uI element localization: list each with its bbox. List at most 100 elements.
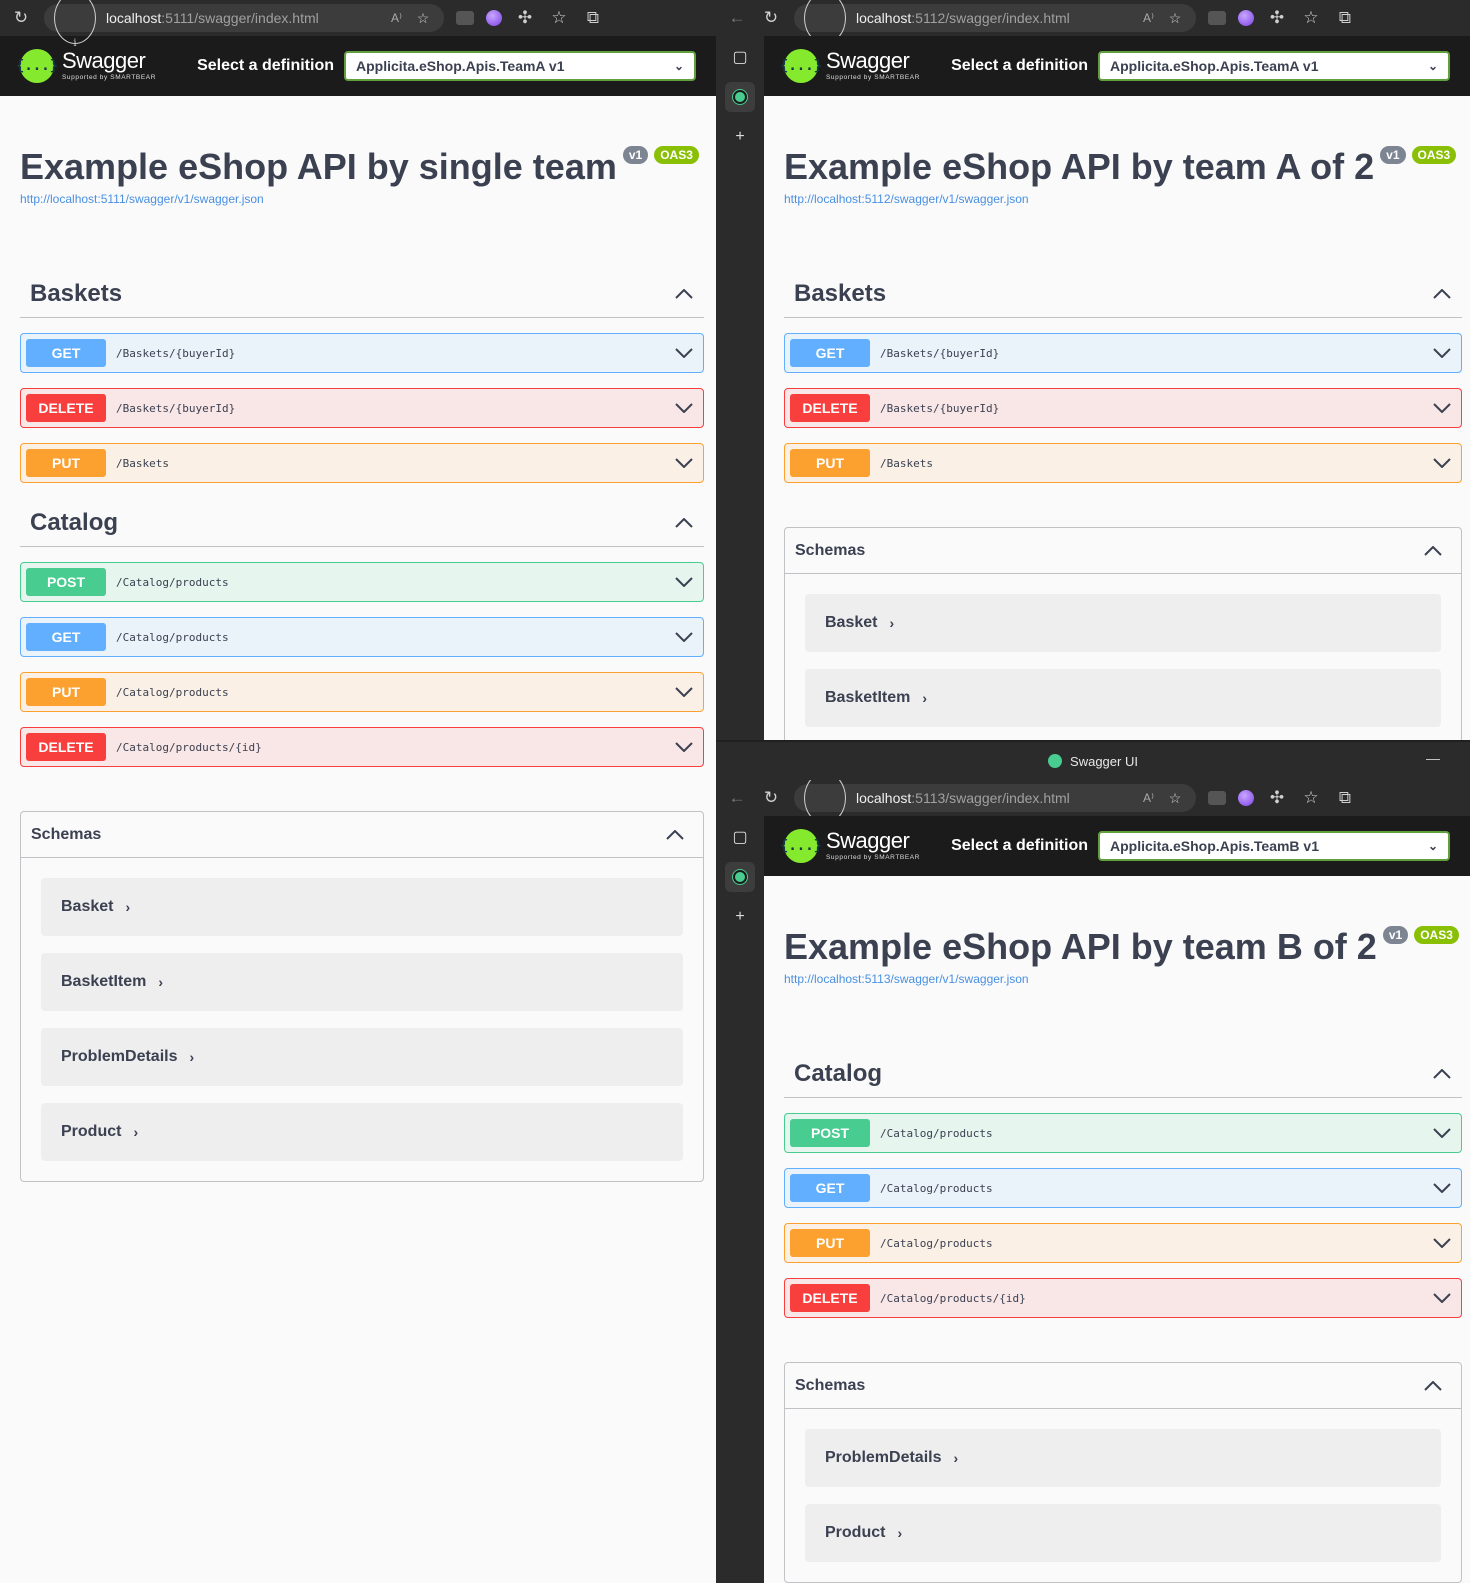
copilot-icon[interactable] [486,10,502,26]
operation-delete-basket[interactable]: DELETE/Baskets/{buyerId} [20,388,704,428]
chevron-down-icon[interactable] [674,453,694,473]
chevron-up-icon[interactable] [1423,541,1443,561]
chevron-right-icon: › [133,1124,139,1140]
chevron-down-icon[interactable] [674,572,694,592]
tag-header[interactable]: Catalog [20,499,704,547]
chevron-down-icon[interactable] [674,398,694,418]
tab-actions-icon[interactable]: ▢ [729,46,751,68]
operation-post-product[interactable]: POST/Catalog/products [20,562,704,602]
tag-header[interactable]: Baskets [20,270,704,318]
chevron-down-icon[interactable] [1432,453,1452,473]
swagger-logo[interactable]: {...} Swagger Supported by SMARTBEAR [780,49,920,83]
tag-header[interactable]: Baskets [784,270,1462,318]
operation-post-product[interactable]: POST/Catalog/products [784,1113,1462,1153]
extension-icon[interactable] [1208,11,1226,25]
definition-select[interactable]: Applicita.eShop.Apis.TeamA v1 ⌄ [344,51,696,81]
operation-delete-product[interactable]: DELETE/Catalog/products/{id} [784,1278,1462,1318]
extensions-puzzle-icon[interactable]: ✣ [514,8,536,28]
spec-link[interactable]: http://localhost:5113/swagger/v1/swagger… [784,972,1450,986]
new-tab-icon[interactable]: + [729,906,751,928]
collections-icon[interactable]: ⧉ [1334,8,1356,28]
swagger-favicon-icon [733,870,747,884]
chevron-up-icon[interactable] [1423,1376,1443,1396]
minimize-icon[interactable]: — [1426,750,1440,766]
swagger-logo[interactable]: {...} Swagger Supported by SMARTBEAR [780,828,920,863]
schemas-header[interactable]: Schemas [785,1363,1461,1409]
read-aloud-icon[interactable]: A⁾ [391,11,402,25]
chevron-up-icon[interactable] [674,284,694,304]
refresh-icon[interactable]: ↻ [10,8,32,28]
favorites-icon[interactable]: ☆ [1300,788,1322,808]
operation-put-product[interactable]: PUT/Catalog/products [20,672,704,712]
add-favorite-icon[interactable]: ☆ [1164,10,1186,27]
spec-link[interactable]: http://localhost:5112/swagger/v1/swagger… [784,192,1450,206]
favorites-icon[interactable]: ☆ [548,8,570,28]
operation-get-products[interactable]: GET/Catalog/products [20,617,704,657]
chevron-down-icon[interactable] [1432,398,1452,418]
new-tab-icon[interactable]: + [729,126,751,148]
schema-model[interactable]: Basket › [41,878,683,936]
operation-put-basket[interactable]: PUT/Baskets [20,443,704,483]
back-icon[interactable]: ← [726,788,748,808]
operation-path: /Catalog/products [880,1181,993,1195]
tab-swagger[interactable] [725,862,755,892]
definition-select[interactable]: Applicita.eShop.Apis.TeamA v1 ⌄ [1098,51,1450,81]
schema-model[interactable]: BasketItem › [805,669,1441,727]
operation-put-product[interactable]: PUT/Catalog/products [784,1223,1462,1263]
add-favorite-icon[interactable]: ☆ [1164,790,1186,807]
swagger-logo[interactable]: {...} Swagger Supported by SMARTBEAR [16,49,156,83]
refresh-icon[interactable]: ↻ [760,8,782,28]
schema-model[interactable]: ProblemDetails › [805,1429,1441,1487]
chevron-up-icon[interactable] [1432,1064,1452,1084]
favorites-icon[interactable]: ☆ [1300,8,1322,28]
chevron-up-icon[interactable] [665,825,685,845]
operation-get-basket[interactable]: GET/Baskets/{buyerId} [784,333,1462,373]
operation-delete-basket[interactable]: DELETE/Baskets/{buyerId} [784,388,1462,428]
schema-model[interactable]: BasketItem › [41,953,683,1011]
extension-icon[interactable] [1208,791,1226,805]
schema-model[interactable]: Product › [41,1103,683,1161]
copilot-icon[interactable] [1238,10,1254,26]
schema-model[interactable]: ProblemDetails › [41,1028,683,1086]
refresh-icon[interactable]: ↻ [760,788,782,808]
chevron-down-icon[interactable] [674,343,694,363]
swagger-page: {...} Swagger Supported by SMARTBEAR Sele… [764,36,1470,740]
schemas-header[interactable]: Schemas [785,528,1461,574]
operation-delete-product[interactable]: DELETE/Catalog/products/{id} [20,727,704,767]
operation-put-basket[interactable]: PUT/Baskets [784,443,1462,483]
address-bar[interactable]: i localhost:5113/swagger/index.html A⁾ ☆ [794,772,1196,829]
extensions-puzzle-icon[interactable]: ✣ [1266,8,1288,28]
chevron-down-icon[interactable] [1432,1288,1452,1308]
chevron-down-icon[interactable] [674,627,694,647]
chevron-down-icon[interactable] [1432,1233,1452,1253]
tab-actions-icon[interactable]: ▢ [729,826,751,848]
logo-name: Swagger [826,828,910,854]
copilot-icon[interactable] [1238,790,1254,806]
definition-select[interactable]: Applicita.eShop.Apis.TeamB v1 ⌄ [1098,831,1450,861]
operation-get-basket[interactable]: GET/Baskets/{buyerId} [20,333,704,373]
schema-model[interactable]: Basket › [805,594,1441,652]
tag-header[interactable]: Catalog [784,1050,1462,1098]
schema-model[interactable]: Product › [805,1504,1441,1562]
tab-swagger[interactable] [725,82,755,112]
address-bar[interactable]: i localhost:5111/swagger/index.html A⁾ ☆ [44,0,444,49]
back-icon[interactable]: ← [726,8,748,28]
chevron-down-icon[interactable] [1432,1123,1452,1143]
chevron-down-icon[interactable] [1432,1178,1452,1198]
chevron-up-icon[interactable] [674,513,694,533]
extension-icon[interactable] [456,11,474,25]
operation-get-products[interactable]: GET/Catalog/products [784,1168,1462,1208]
address-bar[interactable]: i localhost:5112/swagger/index.html A⁾ ☆ [794,0,1196,49]
extensions-puzzle-icon[interactable]: ✣ [1266,788,1288,808]
chevron-down-icon[interactable] [674,682,694,702]
chevron-up-icon[interactable] [1432,284,1452,304]
chevron-down-icon[interactable] [1432,343,1452,363]
collections-icon[interactable]: ⧉ [1334,788,1356,808]
spec-link[interactable]: http://localhost:5111/swagger/v1/swagger… [20,192,696,206]
read-aloud-icon[interactable]: A⁾ [1143,11,1154,25]
chevron-down-icon[interactable] [674,737,694,757]
add-favorite-icon[interactable]: ☆ [412,10,434,27]
schemas-header[interactable]: Schemas [21,812,703,858]
collections-icon[interactable]: ⧉ [582,8,604,28]
read-aloud-icon[interactable]: A⁾ [1143,791,1154,805]
